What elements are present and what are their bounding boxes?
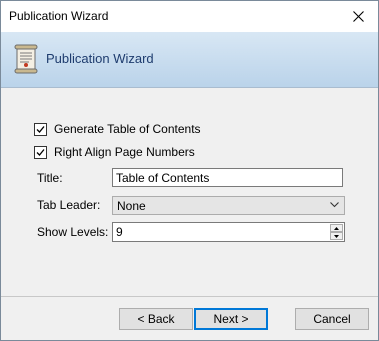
- spin-up-button[interactable]: [330, 224, 343, 232]
- header-title: Publication Wizard: [46, 51, 154, 66]
- title-input[interactable]: [112, 168, 343, 187]
- spin-buttons: [330, 224, 343, 240]
- chevron-down-icon: [330, 202, 339, 208]
- wizard-header: Publication Wizard: [1, 32, 378, 88]
- title-label: Title:: [37, 171, 63, 185]
- arrow-down-icon: [334, 235, 339, 238]
- footer-separator: [1, 296, 378, 297]
- generate-toc-label: Generate Table of Contents: [54, 122, 201, 136]
- spin-down-button[interactable]: [330, 232, 343, 240]
- close-icon: [352, 11, 364, 22]
- generate-toc-checkbox[interactable]: [34, 122, 47, 136]
- right-align-option[interactable]: Right Align Page Numbers: [34, 145, 195, 159]
- generate-toc-option[interactable]: Generate Table of Contents: [34, 122, 201, 136]
- cancel-button[interactable]: Cancel: [295, 308, 369, 330]
- checkmark-icon: [36, 148, 45, 156]
- arrow-up-icon: [334, 227, 339, 230]
- title-bar: Publication Wizard: [1, 1, 378, 32]
- wizard-window: Publication Wizard Publication Wizard Ge…: [0, 0, 379, 341]
- tab-leader-value: None: [117, 199, 146, 213]
- document-scroll-icon: [14, 44, 38, 74]
- window-title: Publication Wizard: [9, 9, 109, 23]
- tab-leader-label: Tab Leader:: [37, 198, 101, 212]
- show-levels-spinner[interactable]: 9: [112, 222, 345, 242]
- right-align-checkbox[interactable]: [34, 145, 47, 159]
- back-button[interactable]: < Back: [119, 308, 193, 330]
- right-align-label: Right Align Page Numbers: [54, 145, 195, 159]
- tab-leader-select[interactable]: None: [112, 196, 345, 215]
- close-button[interactable]: [338, 1, 378, 32]
- show-levels-value: 9: [116, 225, 123, 239]
- show-levels-label: Show Levels:: [37, 225, 109, 239]
- checkmark-icon: [36, 125, 45, 133]
- next-button[interactable]: Next >: [194, 308, 268, 330]
